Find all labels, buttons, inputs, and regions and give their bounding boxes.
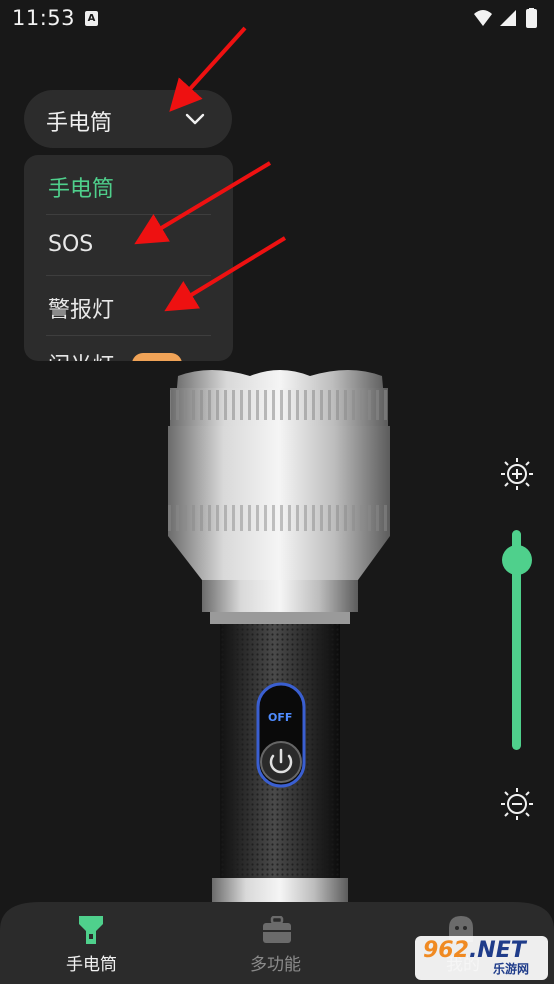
nav-tab-flashlight[interactable]: 手电筒	[48, 908, 134, 982]
nav-tab-multifunction[interactable]: 多功能	[234, 908, 320, 982]
arrow-to-sos	[134, 161, 272, 245]
flashlight-tab-icon	[79, 916, 103, 944]
nav-tab-flashlight-label: 手电筒	[66, 955, 117, 975]
flashlight-head	[168, 370, 390, 624]
brightness-slider-thumb[interactable]	[502, 545, 532, 576]
brightness-increase-icon[interactable]	[499, 456, 535, 492]
flashlight-illustration	[168, 370, 390, 902]
power-switch[interactable]	[254, 682, 308, 792]
toolbox-icon	[263, 916, 291, 943]
arrow-to-alarm	[164, 236, 287, 312]
watermark-subtitle: 乐游网	[493, 962, 530, 976]
power-switch-label: OFF	[268, 711, 293, 724]
arrow-to-dropdown	[169, 26, 247, 112]
brightness-decrease-icon[interactable]	[499, 786, 535, 822]
nav-tab-multifunction-label: 多功能	[250, 955, 301, 975]
site-watermark: 962.NET 乐游网	[415, 936, 548, 980]
